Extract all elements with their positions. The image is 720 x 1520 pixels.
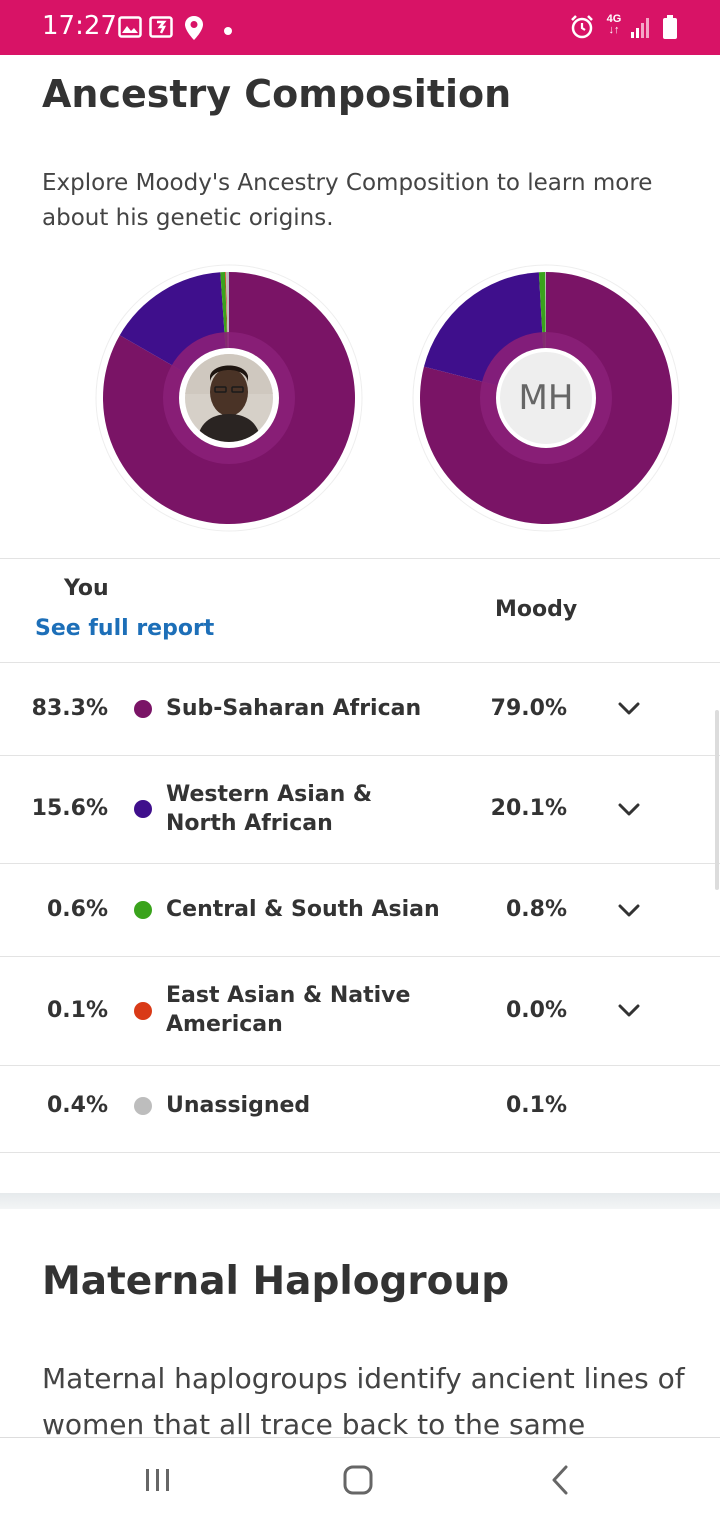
ancestry-row[interactable]: 15.6% Western Asian & North African 20.1…	[0, 756, 720, 864]
moody-initials: MH	[500, 352, 592, 444]
chevron-down-icon[interactable]	[616, 696, 642, 722]
population-color-dot	[134, 901, 152, 919]
population-color-dot	[134, 800, 152, 818]
you-percent: 0.6%	[46, 897, 108, 922]
calendar-icon	[149, 16, 173, 43]
you-percent: 83.3%	[31, 696, 108, 721]
ancestry-row[interactable]: 83.3% Sub-Saharan African 79.0%	[0, 663, 720, 756]
moody-percent: 0.8%	[505, 897, 567, 922]
chevron-down-icon[interactable]	[616, 797, 642, 823]
ancestry-title: Ancestry Composition	[42, 72, 512, 116]
you-percent: 0.1%	[46, 998, 108, 1023]
population-name: Unassigned	[166, 1093, 311, 1118]
table-top-divider	[0, 558, 720, 559]
chevron-down-icon[interactable]	[616, 998, 642, 1024]
you-column-header: You	[64, 576, 109, 601]
population-color-dot	[134, 1097, 152, 1115]
moody-ancestry-donut: MH	[412, 264, 680, 532]
you-ancestry-donut	[95, 264, 363, 532]
scroll-indicator	[715, 710, 719, 890]
alarm-icon	[569, 14, 595, 45]
location-icon	[184, 15, 204, 46]
home-icon[interactable]	[338, 1460, 378, 1500]
chevron-down-icon[interactable]	[616, 898, 642, 924]
population-name: Sub-Saharan African	[166, 696, 422, 721]
maternal-haplogroup-intro: Maternal haplogroups identify ancient li…	[42, 1362, 685, 1441]
network-type: 4G ↓↑	[606, 13, 622, 36]
signal-icon	[630, 15, 652, 44]
population-name: Central & South Asian	[166, 897, 440, 922]
ancestry-row[interactable]: 0.1% East Asian & Native American 0.0%	[0, 957, 720, 1066]
ancestry-intro: Explore Moody's Ancestry Composition to …	[42, 170, 653, 231]
system-nav-bar	[0, 1437, 720, 1520]
moody-percent: 20.1%	[490, 796, 567, 821]
you-percent: 15.6%	[31, 796, 108, 821]
population-name: Western Asian & North African	[166, 782, 373, 836]
population-color-dot	[134, 1002, 152, 1020]
avatar-photo	[185, 354, 273, 442]
recent-apps-icon[interactable]	[138, 1460, 178, 1500]
battery-icon	[662, 14, 678, 45]
moody-percent: 0.0%	[505, 998, 567, 1023]
population-color-dot	[134, 700, 152, 718]
moody-column-header: Moody	[495, 597, 578, 622]
status-bar: 17:27 4G ↓↑	[0, 0, 720, 55]
moody-percent: 79.0%	[490, 696, 567, 721]
status-time: 17:27	[42, 11, 117, 41]
maternal-haplogroup-title: Maternal Haplogroup	[42, 1259, 510, 1304]
gallery-icon	[118, 16, 142, 43]
back-icon[interactable]	[540, 1460, 580, 1500]
you-percent: 0.4%	[46, 1093, 108, 1118]
see-full-report-link[interactable]: See full report	[35, 616, 214, 641]
notification-dot-icon	[223, 23, 233, 41]
ancestry-row[interactable]: 0.6% Central & South Asian 0.8%	[0, 864, 720, 957]
moody-avatar: MH	[496, 348, 596, 448]
population-name: East Asian & Native American	[166, 983, 411, 1037]
moody-percent: 0.1%	[505, 1093, 567, 1118]
ancestry-row: 0.4% Unassigned 0.1%	[0, 1066, 720, 1153]
section-separator	[0, 1193, 720, 1209]
you-avatar	[179, 348, 279, 448]
